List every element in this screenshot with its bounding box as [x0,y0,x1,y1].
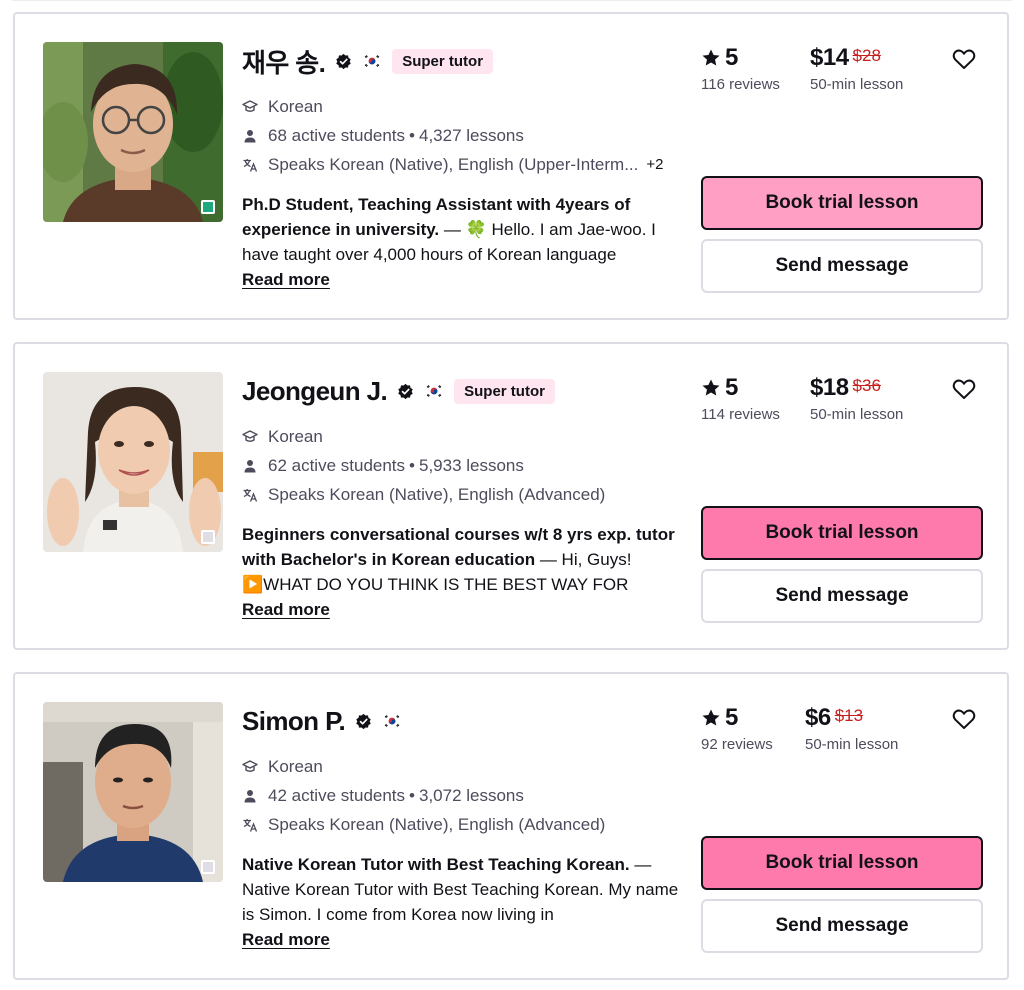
price-block: $18 $36 50-min lesson [810,374,903,423]
subject-label: Korean [268,756,323,776]
rating-value: 5 [725,704,739,731]
person-icon [244,129,256,142]
south-korea-flag-icon [362,54,383,68]
price-current: $14 [810,44,849,71]
price-current: $18 [810,374,849,401]
reviews-count: 92 reviews [701,736,773,753]
price-original: $28 [852,46,881,65]
verified-check-icon [336,53,351,69]
rating-value: 5 [725,44,739,71]
subject-label: Korean [268,96,323,116]
tutor-description: Ph.D Student, Teaching Assistant with 4y… [242,192,690,267]
rating-block: 5 116 reviews [701,44,780,93]
lesson-length: 50-min lesson [805,736,899,753]
book-trial-lesson-button[interactable]: Book trial lesson [701,176,983,230]
heart-outline-icon[interactable] [952,708,976,730]
heart-outline-icon[interactable] [952,378,976,400]
graduation-cap-icon [242,99,258,112]
tutor-card[interactable]: 재우 송. Super tutor Korean 68 active stude… [13,12,1009,320]
reviews-count: 116 reviews [701,76,780,93]
person-icon [244,789,256,802]
verified-check-icon [356,713,371,729]
active-students: 68 active students [268,125,406,145]
tutor-name[interactable]: Jeongeun J. [242,376,388,407]
star-icon [702,379,720,396]
send-message-button[interactable]: Send message [701,899,983,953]
send-message-button[interactable]: Send message [701,239,983,293]
south-korea-flag-icon [382,714,403,728]
book-trial-lesson-button[interactable]: Book trial lesson [701,836,983,890]
tutor-name[interactable]: Simon P. [242,706,346,737]
lessons-count: 5,933 lessons [418,455,524,475]
lessons-count: 4,327 lessons [418,125,524,145]
translate-icon [243,818,258,832]
languages-spoken: Speaks Korean (Native), English (Upper-I… [268,154,639,174]
online-status-indicator [201,860,215,874]
price-original: $36 [852,376,881,395]
price-current: $6 [805,704,831,731]
person-icon [244,459,256,472]
separator-dot: • [409,125,415,145]
online-status-indicator [201,200,215,214]
separator-dot: • [409,785,415,805]
price-block: $14 $28 50-min lesson [810,44,903,93]
rating-value: 5 [725,374,739,401]
tutor-card[interactable]: Simon P. Korean 42 active students • 3,0… [13,672,1009,980]
star-icon [702,49,720,66]
verified-check-icon [398,383,413,399]
graduation-cap-icon [242,429,258,442]
tutor-card[interactable]: Jeongeun J. Super tutor Korean 62 active… [13,342,1009,650]
south-korea-flag-icon [424,384,445,398]
tutor-headline: Native Korean Tutor with Best Teaching K… [242,855,630,874]
rating-block: 5 114 reviews [701,374,780,423]
tutor-description: Beginners conversational courses w/t 8 y… [242,522,690,597]
tutor-photo[interactable] [43,702,223,882]
reviews-count: 114 reviews [701,406,780,423]
book-trial-lesson-button[interactable]: Book trial lesson [701,506,983,560]
read-more-link[interactable]: Read more [242,600,330,620]
active-students: 62 active students [268,455,406,475]
separator-dot: • [409,455,415,475]
star-icon [702,709,720,726]
super-tutor-badge: Super tutor [454,378,555,404]
price-block: $6 $13 50-min lesson [805,704,898,753]
price-original: $13 [834,706,864,725]
tutor-photo[interactable] [43,372,223,552]
rating-block: 5 92 reviews [701,704,773,753]
tutor-description: Native Korean Tutor with Best Teaching K… [242,852,690,927]
translate-icon [243,158,258,172]
active-students: 42 active students [268,785,406,805]
super-tutor-badge: Super tutor [392,48,494,74]
more-languages-count[interactable]: +2 [646,156,663,173]
lesson-length: 50-min lesson [810,406,904,423]
online-status-indicator [201,530,215,544]
subject-label: Korean [268,426,323,446]
tutor-photo[interactable] [43,42,223,222]
languages-spoken: Speaks Korean (Native), English (Advance… [268,484,606,504]
read-more-link[interactable]: Read more [242,930,330,950]
heart-outline-icon[interactable] [952,48,976,70]
send-message-button[interactable]: Send message [701,569,983,623]
tutor-name[interactable]: 재우 송. [242,43,326,80]
lesson-length: 50-min lesson [810,76,904,93]
graduation-cap-icon [242,759,258,772]
top-divider [12,0,1012,1]
translate-icon [243,488,258,502]
lessons-count: 3,072 lessons [418,785,524,805]
languages-spoken: Speaks Korean (Native), English (Advance… [268,814,606,834]
read-more-link[interactable]: Read more [242,270,330,290]
